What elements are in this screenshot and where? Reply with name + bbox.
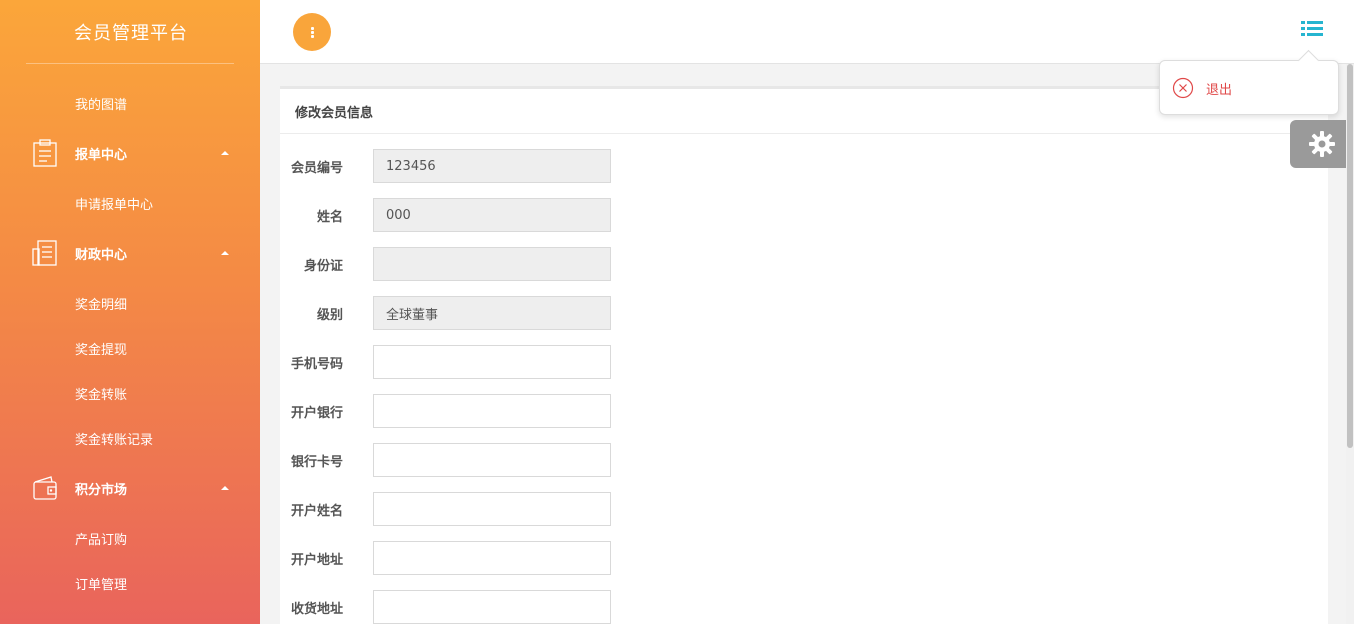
bank-field[interactable] <box>373 394 611 428</box>
phone-field[interactable] <box>373 345 611 379</box>
shipping-address-field[interactable] <box>373 590 611 624</box>
caret-up-icon <box>221 251 229 255</box>
bank-address-field[interactable] <box>373 541 611 575</box>
card-number-field[interactable] <box>373 443 611 477</box>
form-row-name: 姓名 <box>280 198 1328 232</box>
id-card-field[interactable] <box>373 247 611 281</box>
sidebar-item-bonus-transfer-record[interactable]: 奖金转账记录 <box>75 429 153 448</box>
account-name-field[interactable] <box>373 492 611 526</box>
menu-toggle-button[interactable] <box>293 13 331 51</box>
form-row-phone: 手机号码 <box>280 345 1328 379</box>
sidebar-item-bonus-transfer[interactable]: 奖金转账 <box>75 384 127 403</box>
sidebar: 会员管理平台 我的图谱 报单中心 申请报单中心 财政中心 奖金明细 奖金提现 奖… <box>0 0 260 624</box>
member-id-field[interactable] <box>373 149 611 183</box>
name-field[interactable] <box>373 198 611 232</box>
form-row-shipping-address: 收货地址 <box>280 590 1328 624</box>
wallet-icon <box>33 476 57 500</box>
field-label: 手机号码 <box>290 357 343 372</box>
close-circle-icon <box>1172 77 1194 99</box>
form-row-bank-address: 开户地址 <box>280 541 1328 575</box>
field-label: 级别 <box>316 308 343 323</box>
field-label: 收货地址 <box>290 602 343 617</box>
field-label: 姓名 <box>316 210 343 225</box>
list-icon[interactable] <box>1301 20 1323 38</box>
user-dropdown-menu: 退出 <box>1159 60 1339 115</box>
sidebar-group-finance-center[interactable]: 财政中心 <box>0 238 260 268</box>
field-label: 开户姓名 <box>290 504 343 519</box>
form-row-bank: 开户银行 <box>280 394 1328 428</box>
field-label: 会员编号 <box>290 161 343 176</box>
logout-button[interactable]: 退出 <box>1172 77 1232 99</box>
sidebar-group-label: 积分市场 <box>75 482 128 498</box>
clipboard-icon <box>33 139 57 167</box>
edit-member-panel: 修改会员信息 会员编号 姓名 身份证 级别 手机号码 开户银行 银行卡号 开户姓… <box>280 86 1328 624</box>
vertical-ellipsis-icon <box>310 26 314 39</box>
sidebar-item-bonus-detail[interactable]: 奖金明细 <box>75 294 127 313</box>
sidebar-group-label: 财政中心 <box>75 247 128 263</box>
sidebar-item-apply-order-center[interactable]: 申请报单中心 <box>75 194 153 213</box>
caret-up-icon <box>221 151 229 155</box>
sidebar-group-order-center[interactable]: 报单中心 <box>0 138 260 168</box>
sidebar-item-bonus-withdraw[interactable]: 奖金提现 <box>75 339 127 358</box>
field-label: 银行卡号 <box>290 455 343 470</box>
scrollbar-thumb[interactable] <box>1347 64 1353 448</box>
sidebar-item-order-management[interactable]: 订单管理 <box>75 574 127 593</box>
field-label: 开户银行 <box>290 406 343 421</box>
level-field[interactable] <box>373 296 611 330</box>
form-row-level: 级别 <box>280 296 1328 330</box>
brand-title: 会员管理平台 <box>26 0 234 64</box>
ledger-icon <box>32 240 57 266</box>
sidebar-item-product-order[interactable]: 产品订购 <box>75 529 127 548</box>
logout-label: 退出 <box>1206 82 1233 98</box>
field-label: 身份证 <box>303 259 343 274</box>
gear-icon <box>1309 131 1335 157</box>
sidebar-group-label: 报单中心 <box>75 147 128 163</box>
form-row-account-name: 开户姓名 <box>280 492 1328 526</box>
sidebar-item-my-graph[interactable]: 我的图谱 <box>75 94 127 113</box>
form-row-member-id: 会员编号 <box>280 149 1328 183</box>
field-label: 开户地址 <box>290 553 343 568</box>
sidebar-group-points-market[interactable]: 积分市场 <box>0 473 260 503</box>
form-row-card-number: 银行卡号 <box>280 443 1328 477</box>
page-scrollbar[interactable] <box>1346 64 1354 624</box>
form-row-id-card: 身份证 <box>280 247 1328 281</box>
caret-up-icon <box>221 486 229 490</box>
settings-button[interactable] <box>1290 120 1354 168</box>
top-bar <box>260 0 1354 64</box>
